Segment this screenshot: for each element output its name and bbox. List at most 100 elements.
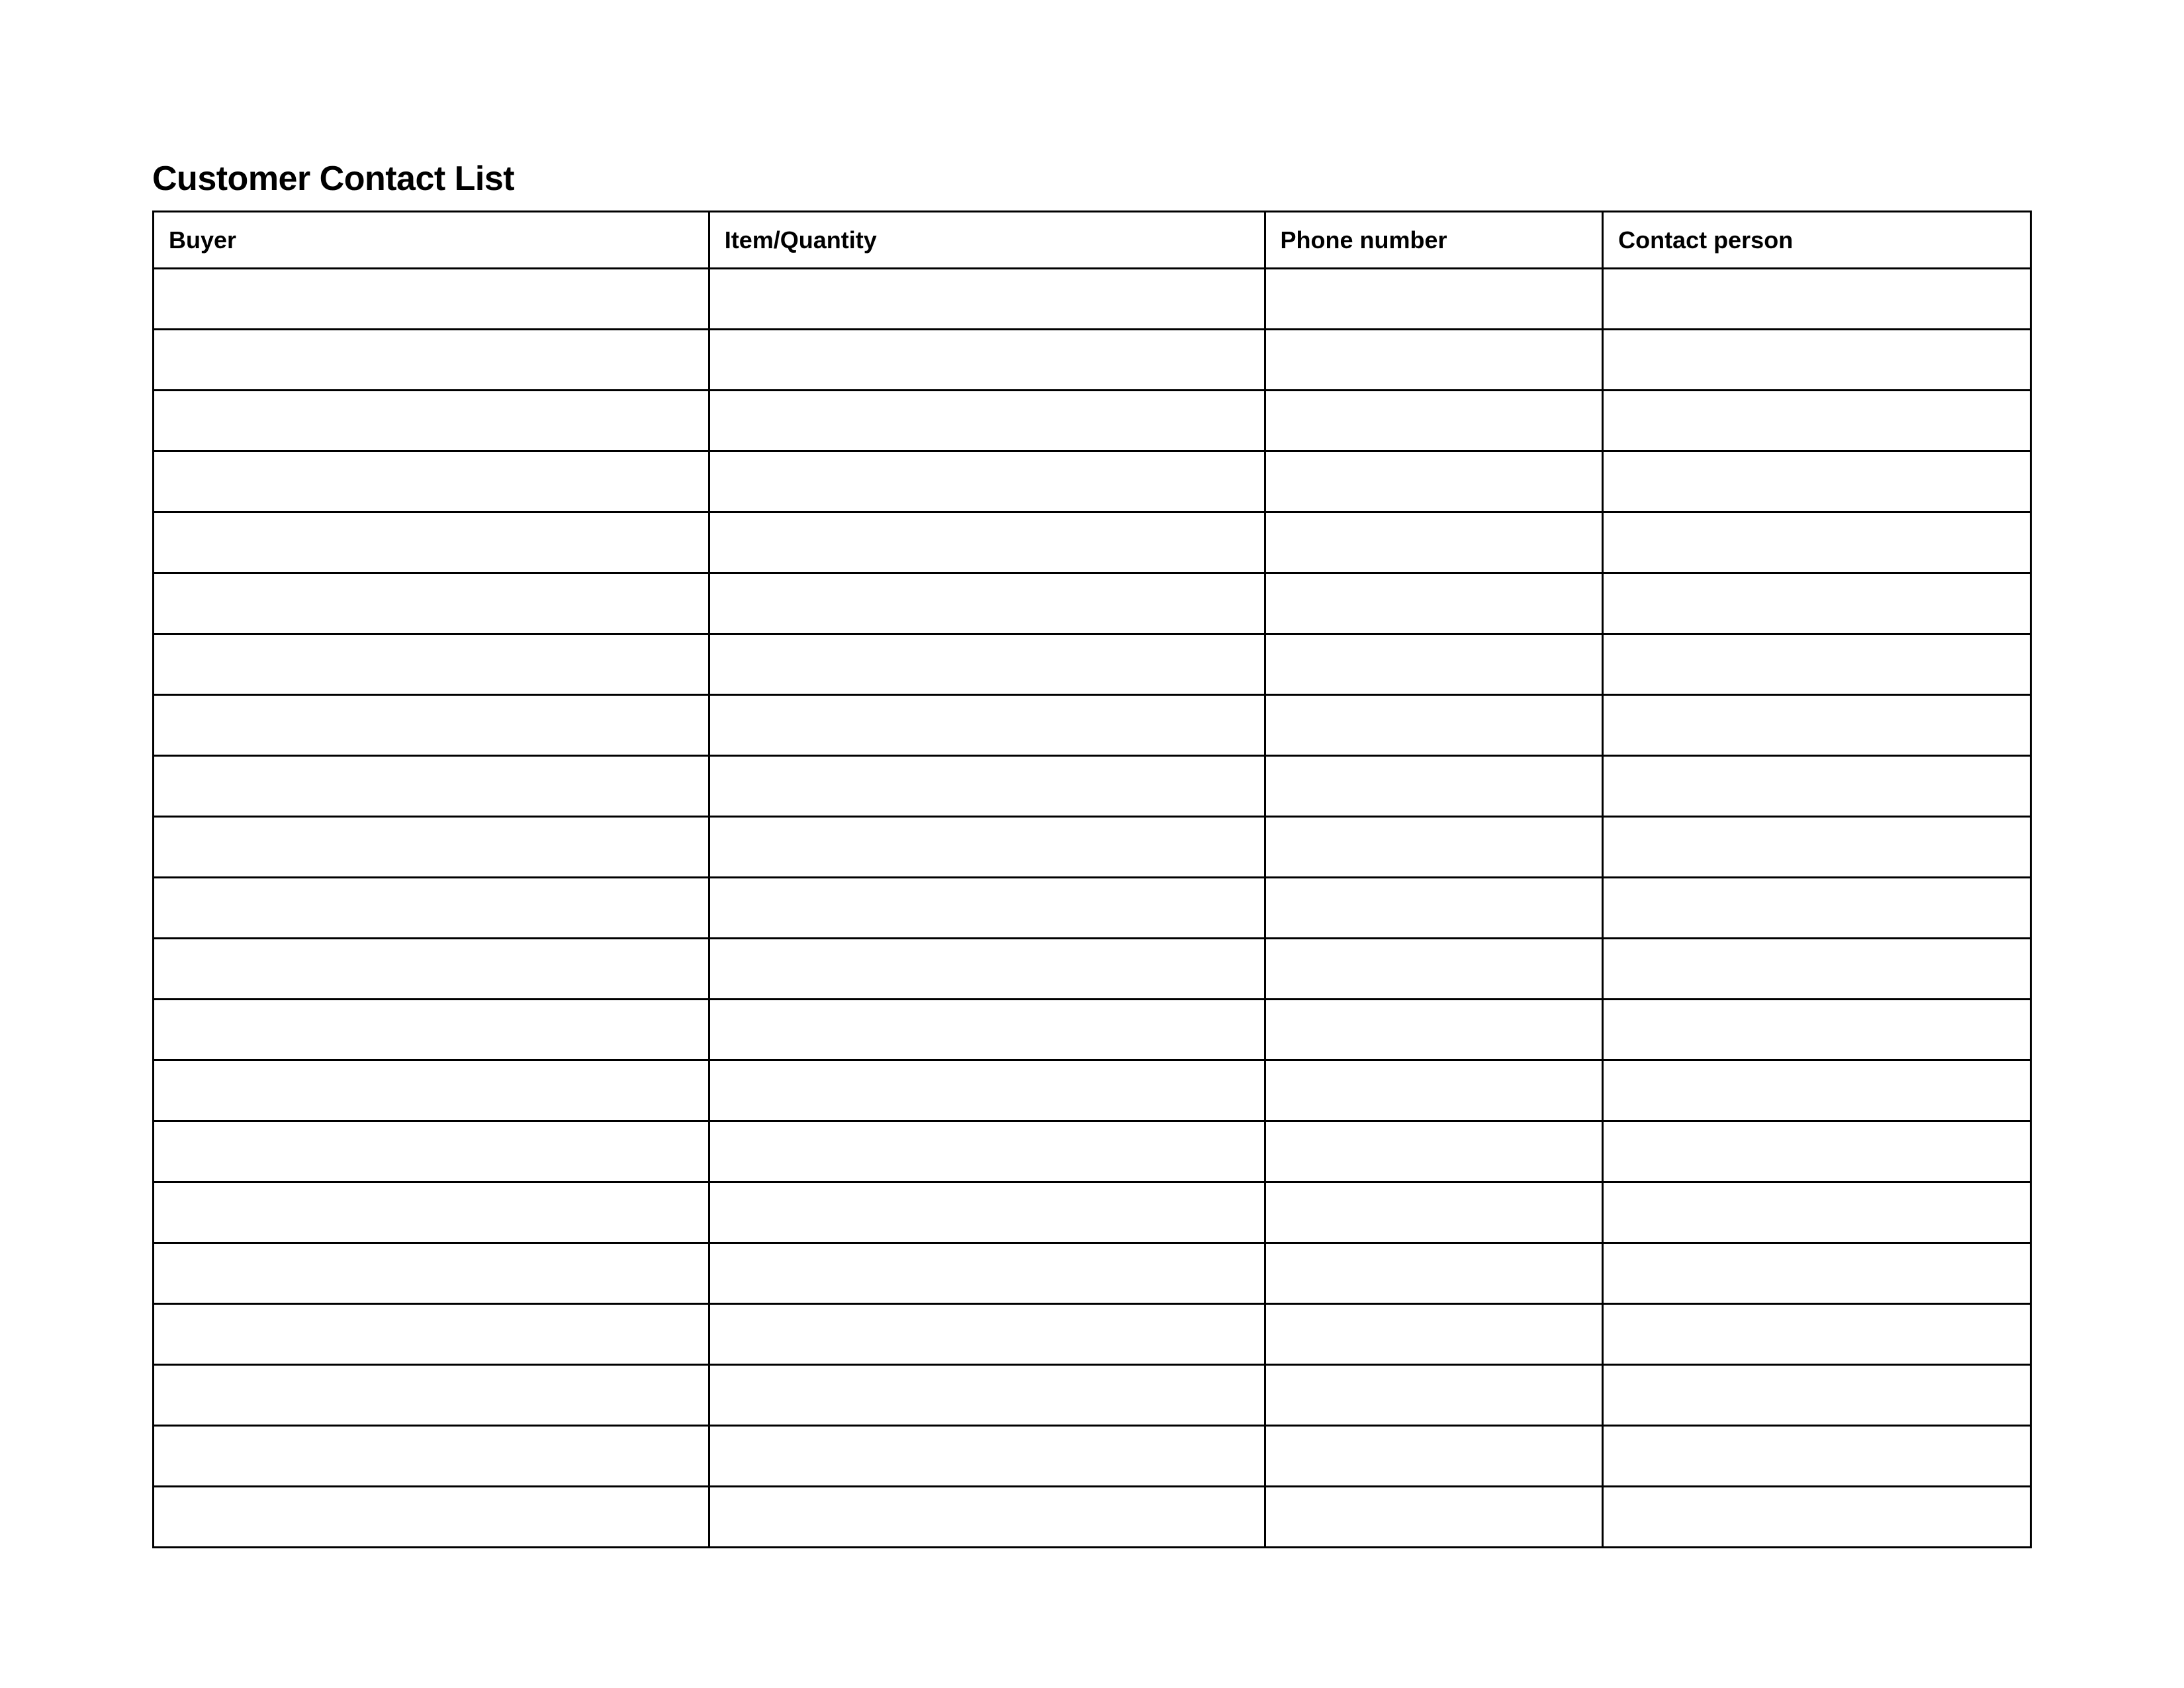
cell-phone-number (1265, 756, 1603, 817)
cell-item-quantity (709, 451, 1265, 512)
cell-buyer (154, 878, 709, 939)
cell-item-quantity (709, 1000, 1265, 1060)
table-row (154, 1182, 2031, 1243)
cell-buyer (154, 1243, 709, 1304)
cell-item-quantity (709, 1487, 1265, 1548)
cell-contact-person (1603, 1426, 2031, 1487)
cell-item-quantity (709, 756, 1265, 817)
table-row (154, 756, 2031, 817)
cell-buyer (154, 512, 709, 573)
cell-phone-number (1265, 451, 1603, 512)
cell-contact-person (1603, 573, 2031, 634)
cell-phone-number (1265, 269, 1603, 330)
cell-contact-person (1603, 1000, 2031, 1060)
cell-buyer (154, 1487, 709, 1548)
cell-buyer (154, 756, 709, 817)
cell-item-quantity (709, 1426, 1265, 1487)
table-row (154, 269, 2031, 330)
cell-buyer (154, 573, 709, 634)
cell-item-quantity (709, 1121, 1265, 1182)
cell-contact-person (1603, 1182, 2031, 1243)
cell-phone-number (1265, 1426, 1603, 1487)
table-row (154, 1365, 2031, 1426)
cell-contact-person (1603, 1365, 2031, 1426)
cell-phone-number (1265, 939, 1603, 1000)
header-item-quantity: Item/Quantity (709, 212, 1265, 269)
cell-phone-number (1265, 817, 1603, 878)
table-row (154, 1487, 2031, 1548)
table-row (154, 1060, 2031, 1121)
cell-buyer (154, 269, 709, 330)
cell-buyer (154, 1304, 709, 1365)
header-contact-person: Contact person (1603, 212, 2031, 269)
contact-list-table: Buyer Item/Quantity Phone number Contact… (152, 211, 2032, 1548)
cell-buyer (154, 939, 709, 1000)
cell-item-quantity (709, 1182, 1265, 1243)
cell-buyer (154, 451, 709, 512)
cell-phone-number (1265, 1182, 1603, 1243)
cell-contact-person (1603, 695, 2031, 756)
table-row (154, 512, 2031, 573)
cell-contact-person (1603, 634, 2031, 695)
cell-item-quantity (709, 817, 1265, 878)
cell-phone-number (1265, 1487, 1603, 1548)
cell-item-quantity (709, 391, 1265, 451)
cell-contact-person (1603, 1121, 2031, 1182)
cell-contact-person (1603, 1060, 2031, 1121)
cell-contact-person (1603, 512, 2031, 573)
cell-phone-number (1265, 1000, 1603, 1060)
table-row (154, 451, 2031, 512)
cell-buyer (154, 1365, 709, 1426)
table-row (154, 330, 2031, 391)
cell-contact-person (1603, 878, 2031, 939)
cell-item-quantity (709, 269, 1265, 330)
table-row (154, 1243, 2031, 1304)
cell-contact-person (1603, 1304, 2031, 1365)
table-row (154, 1121, 2031, 1182)
cell-phone-number (1265, 1365, 1603, 1426)
cell-item-quantity (709, 1304, 1265, 1365)
cell-item-quantity (709, 330, 1265, 391)
cell-buyer (154, 391, 709, 451)
header-buyer: Buyer (154, 212, 709, 269)
cell-buyer (154, 1060, 709, 1121)
header-phone-number: Phone number (1265, 212, 1603, 269)
cell-buyer (154, 695, 709, 756)
cell-phone-number (1265, 330, 1603, 391)
cell-buyer (154, 1182, 709, 1243)
table-row (154, 878, 2031, 939)
cell-item-quantity (709, 695, 1265, 756)
cell-item-quantity (709, 1243, 1265, 1304)
cell-phone-number (1265, 695, 1603, 756)
cell-buyer (154, 817, 709, 878)
table-row (154, 391, 2031, 451)
page-title: Customer Contact List (152, 159, 2032, 199)
cell-buyer (154, 634, 709, 695)
table-row (154, 634, 2031, 695)
table-row (154, 817, 2031, 878)
cell-phone-number (1265, 391, 1603, 451)
cell-contact-person (1603, 330, 2031, 391)
cell-item-quantity (709, 939, 1265, 1000)
cell-phone-number (1265, 1304, 1603, 1365)
cell-phone-number (1265, 1121, 1603, 1182)
cell-contact-person (1603, 817, 2031, 878)
table-row (154, 1000, 2031, 1060)
cell-contact-person (1603, 269, 2031, 330)
table-row (154, 573, 2031, 634)
table-row (154, 1426, 2031, 1487)
cell-item-quantity (709, 878, 1265, 939)
cell-buyer (154, 1000, 709, 1060)
table-row (154, 1304, 2031, 1365)
cell-phone-number (1265, 1060, 1603, 1121)
cell-item-quantity (709, 1365, 1265, 1426)
cell-contact-person (1603, 756, 2031, 817)
cell-phone-number (1265, 1243, 1603, 1304)
cell-phone-number (1265, 878, 1603, 939)
cell-item-quantity (709, 573, 1265, 634)
cell-phone-number (1265, 573, 1603, 634)
cell-buyer (154, 1121, 709, 1182)
cell-contact-person (1603, 391, 2031, 451)
cell-contact-person (1603, 939, 2031, 1000)
cell-contact-person (1603, 451, 2031, 512)
